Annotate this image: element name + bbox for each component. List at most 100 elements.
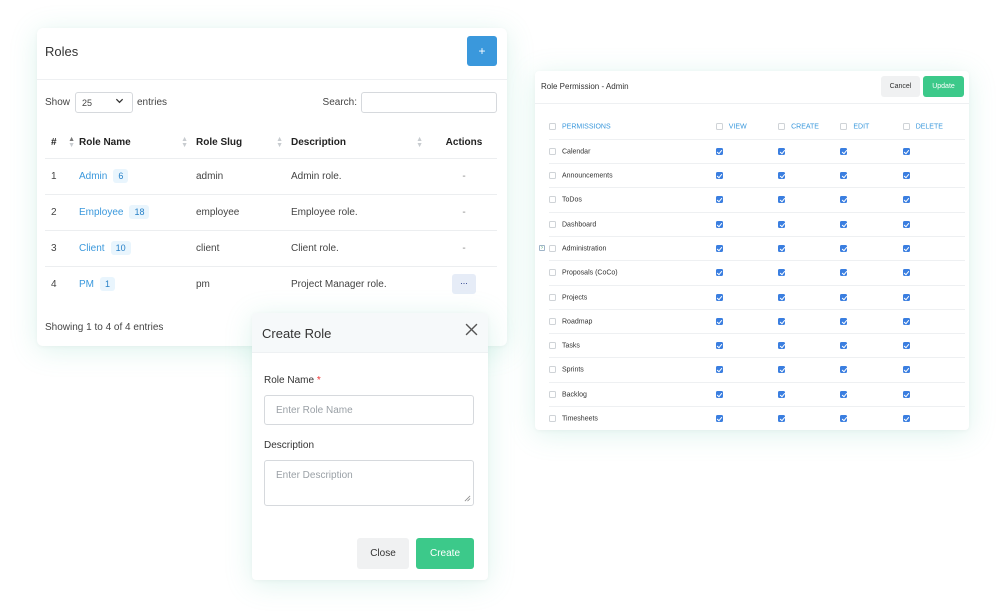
view-checkbox[interactable] <box>715 415 723 423</box>
delete-checkbox[interactable] <box>902 269 910 277</box>
view-checkbox[interactable] <box>715 172 723 180</box>
create-checkbox[interactable] <box>778 172 786 180</box>
role-slug-cell: admin <box>196 158 291 195</box>
create-checkbox[interactable] <box>778 293 786 301</box>
delete-checkbox[interactable] <box>902 390 910 398</box>
expand-icon[interactable]: › <box>539 244 545 251</box>
view-checkbox[interactable] <box>715 220 723 228</box>
create-button[interactable]: Create <box>416 538 474 569</box>
role-name-link[interactable]: Client <box>79 243 105 254</box>
column-header-role-slug[interactable]: Role Slug ▲ ▼ <box>196 128 291 159</box>
update-button[interactable]: Update <box>923 76 964 97</box>
row-select-checkbox[interactable] <box>549 196 556 204</box>
row-select-checkbox[interactable] <box>549 390 556 398</box>
create-checkbox[interactable] <box>778 390 786 398</box>
view-checkbox[interactable] <box>715 293 723 301</box>
delete-all-checkbox[interactable] <box>902 123 910 131</box>
view-checkbox[interactable] <box>715 244 723 252</box>
row-select-checkbox[interactable] <box>549 244 556 252</box>
row-select-checkbox[interactable] <box>549 269 556 277</box>
row-select-checkbox[interactable] <box>549 147 556 155</box>
view-cell <box>715 285 779 310</box>
edit-checkbox[interactable] <box>840 342 848 350</box>
search-input[interactable] <box>361 92 497 113</box>
role-name-link[interactable]: Employee <box>79 207 123 218</box>
view-checkbox[interactable] <box>715 342 723 350</box>
close-icon[interactable] <box>465 323 478 341</box>
permission-name: Administration <box>562 245 607 253</box>
edit-checkbox[interactable] <box>840 317 848 325</box>
create-checkbox[interactable] <box>778 196 786 204</box>
delete-checkbox[interactable] <box>902 220 910 228</box>
view-checkbox[interactable] <box>715 269 723 277</box>
chevron-down-icon <box>115 96 124 107</box>
row-select-checkbox[interactable] <box>549 415 556 423</box>
view-checkbox[interactable] <box>715 196 723 204</box>
row-select-checkbox[interactable] <box>549 172 556 180</box>
permission-name: Tasks <box>562 342 580 350</box>
close-button[interactable]: Close <box>357 538 409 569</box>
create-checkbox[interactable] <box>778 415 786 423</box>
row-select-checkbox[interactable] <box>549 293 556 301</box>
edit-checkbox[interactable] <box>840 220 848 228</box>
view-checkbox[interactable] <box>715 366 723 374</box>
edit-checkbox[interactable] <box>840 415 848 423</box>
role-name-cell: PM 1 <box>79 266 196 302</box>
create-checkbox[interactable] <box>778 147 786 155</box>
edit-checkbox[interactable] <box>840 147 848 155</box>
permissions-header-row: PERMISSIONS VIEW CREATE EDIT DELETE <box>549 115 965 140</box>
view-checkbox[interactable] <box>715 147 723 155</box>
edit-checkbox[interactable] <box>840 390 848 398</box>
role-name-link[interactable]: Admin <box>79 171 107 182</box>
delete-checkbox[interactable] <box>902 293 910 301</box>
edit-checkbox[interactable] <box>840 172 848 180</box>
edit-checkbox[interactable] <box>840 366 848 374</box>
view-all-checkbox[interactable] <box>715 123 723 131</box>
create-checkbox[interactable] <box>778 342 786 350</box>
row-select-checkbox[interactable] <box>549 366 556 374</box>
delete-checkbox[interactable] <box>902 366 910 374</box>
delete-checkbox[interactable] <box>902 196 910 204</box>
column-header-role-name[interactable]: Role Name ▲ ▼ <box>79 128 196 159</box>
row-select-checkbox[interactable] <box>549 220 556 228</box>
row-actions-button[interactable]: ... <box>452 274 476 295</box>
resize-grip-icon[interactable] <box>464 495 471 504</box>
edit-checkbox[interactable] <box>840 293 848 301</box>
permission-name-cell: › Administration <box>539 236 716 262</box>
view-checkbox[interactable] <box>715 317 723 325</box>
delete-checkbox[interactable] <box>902 172 910 180</box>
create-checkbox[interactable] <box>778 220 786 228</box>
create-all-checkbox[interactable] <box>778 123 786 131</box>
role-name-input[interactable]: Enter Role Name <box>264 395 474 425</box>
column-header-description[interactable]: Description ▲ ▼ <box>291 128 431 159</box>
delete-checkbox[interactable] <box>902 415 910 423</box>
delete-checkbox[interactable] <box>902 147 910 155</box>
page-size-select[interactable]: 25 <box>75 92 133 113</box>
row-select-checkbox[interactable] <box>549 342 556 350</box>
row-select-checkbox[interactable] <box>549 317 556 325</box>
role-name-link[interactable]: PM <box>79 279 94 290</box>
select-all-checkbox[interactable] <box>549 123 556 131</box>
add-role-button[interactable]: + <box>467 36 497 66</box>
description-textarea[interactable]: Enter Description <box>264 460 474 506</box>
create-checkbox[interactable] <box>778 244 786 252</box>
column-header-number[interactable]: # ▲ ▼ <box>45 128 79 159</box>
cancel-button[interactable]: Cancel <box>881 76 920 97</box>
edit-cell <box>840 212 903 237</box>
create-checkbox[interactable] <box>778 366 786 374</box>
delete-cell <box>902 407 965 431</box>
create-role-modal: Create Role Role Name * Enter Role Name … <box>252 313 488 580</box>
delete-checkbox[interactable] <box>902 317 910 325</box>
create-cell <box>778 139 841 165</box>
edit-checkbox[interactable] <box>840 244 848 252</box>
edit-checkbox[interactable] <box>840 269 848 277</box>
create-checkbox[interactable] <box>778 317 786 325</box>
delete-checkbox[interactable] <box>902 342 910 350</box>
edit-all-checkbox[interactable] <box>840 123 848 131</box>
create-checkbox[interactable] <box>778 269 786 277</box>
table-controls: Show 25 entries Search: <box>45 92 497 114</box>
delete-checkbox[interactable] <box>902 244 910 252</box>
view-checkbox[interactable] <box>715 390 723 398</box>
edit-checkbox[interactable] <box>840 196 848 204</box>
permission-name-cell: Calendar <box>549 139 716 165</box>
